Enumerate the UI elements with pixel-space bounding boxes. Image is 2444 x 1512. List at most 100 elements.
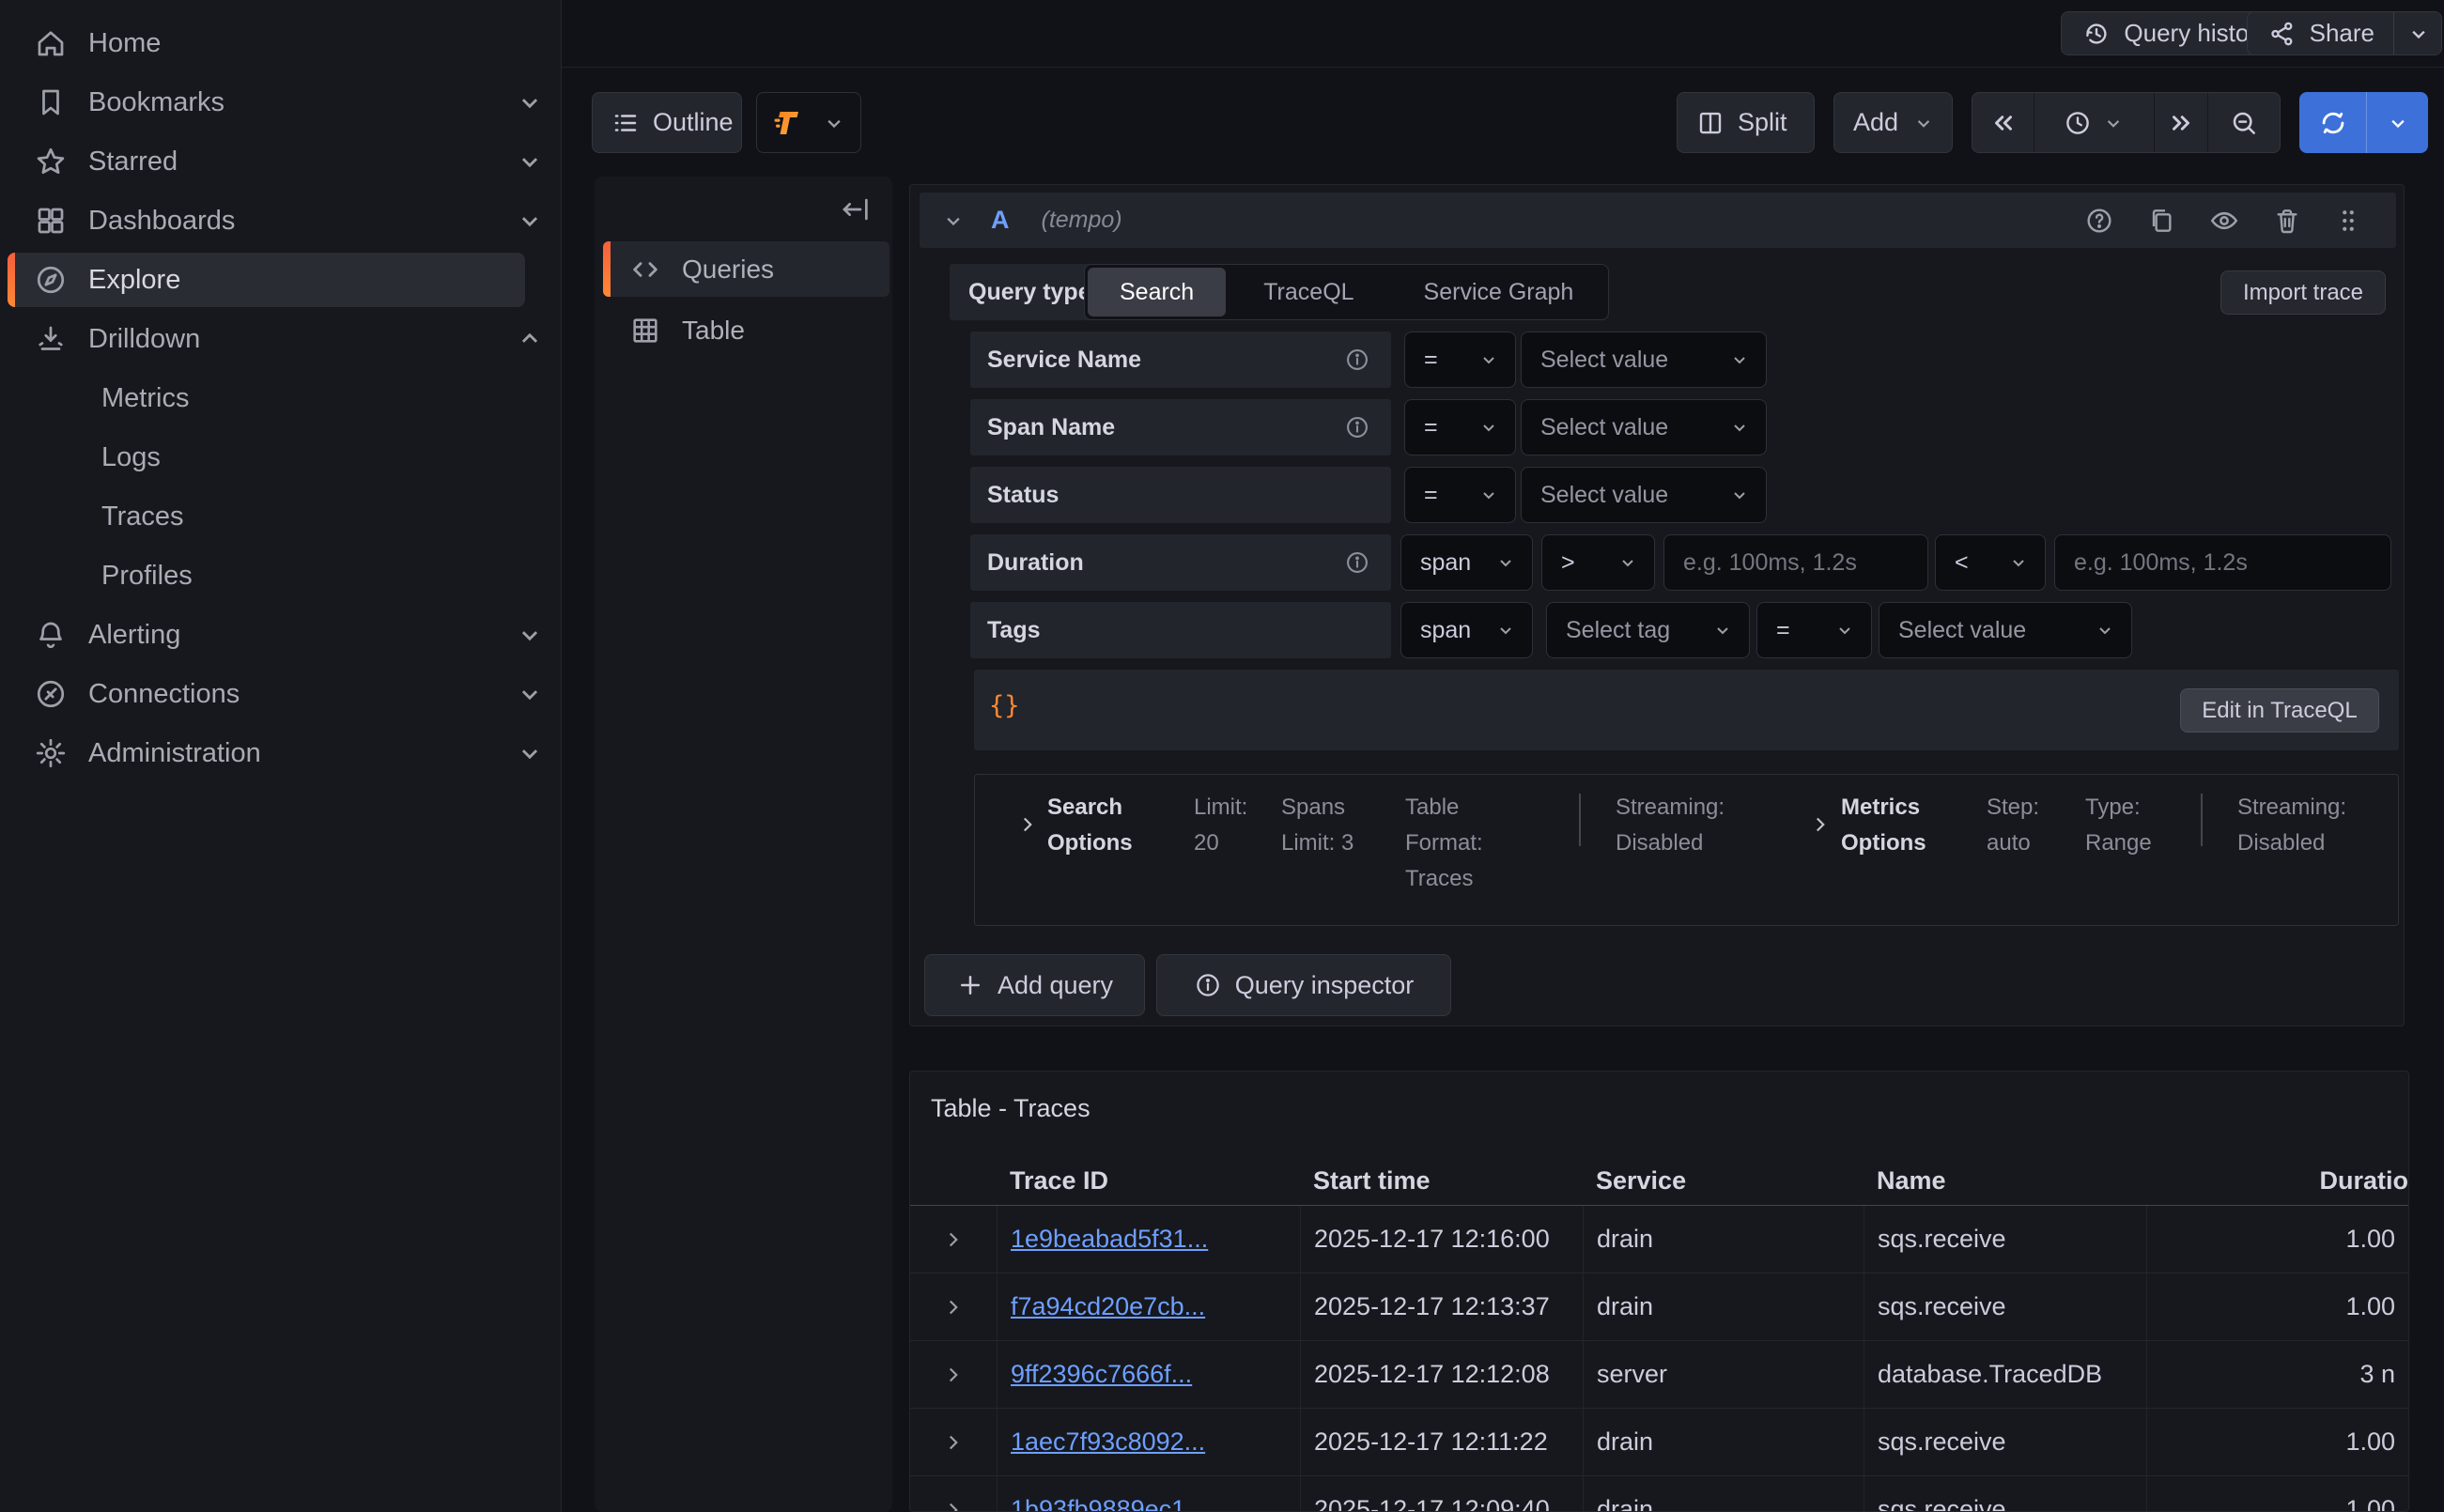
column-header-service[interactable]: Service <box>1583 1166 1864 1196</box>
outline-toggle-button[interactable]: Outline <box>592 92 742 153</box>
service-name-value-select[interactable]: Select value <box>1521 332 1767 388</box>
datasource-picker[interactable] <box>756 92 861 153</box>
drilldown-icon <box>34 322 71 356</box>
service-name-label: Service Name <box>970 332 1391 388</box>
duration-min-input[interactable]: e.g. 100ms, 1.2s <box>1663 534 1928 591</box>
sidebar-item-metrics[interactable]: Metrics <box>8 371 525 425</box>
outline-item-queries[interactable]: Queries <box>603 241 889 297</box>
cell-start-time: 2025-12-17 12:12:08 <box>1300 1341 1583 1408</box>
span-name-value-select[interactable]: Select value <box>1521 399 1767 455</box>
time-shift-back-button[interactable] <box>1972 93 2034 152</box>
duration-scope-select[interactable]: span <box>1400 534 1533 591</box>
duration-min-operator-select[interactable]: > <box>1541 534 1655 591</box>
column-header-name[interactable]: Name <box>1864 1166 2146 1196</box>
chevron-down-icon[interactable] <box>514 205 546 237</box>
page-header: Query history Share <box>562 0 2444 68</box>
hide-response-eye-icon[interactable] <box>2208 205 2240 237</box>
trace-id-link[interactable]: 1e9beabad5f31... <box>1011 1225 1208 1254</box>
split-button[interactable]: Split <box>1677 92 1815 153</box>
dashboards-grid-icon <box>34 204 71 238</box>
outline-item-table[interactable]: Table <box>603 302 889 358</box>
row-expander-icon[interactable] <box>910 1206 997 1273</box>
duplicate-query-icon[interactable] <box>2146 206 2176 236</box>
row-expander-icon[interactable] <box>910 1409 997 1475</box>
refresh-interval-chevron-icon[interactable] <box>2367 92 2428 153</box>
sidebar-item-alerting[interactable]: Alerting <box>8 608 525 662</box>
edit-in-traceql-button[interactable]: Edit in TraceQL <box>2180 688 2379 733</box>
chevron-down-icon[interactable] <box>514 737 546 769</box>
sidebar-item-dashboards[interactable]: Dashboards <box>8 193 525 248</box>
collapse-query-chevron-icon[interactable] <box>940 208 967 234</box>
add-dropdown-button[interactable]: Add <box>1833 92 1953 153</box>
chevron-up-icon[interactable] <box>514 323 546 355</box>
add-label: Add <box>1853 108 1898 137</box>
option-streaming: Streaming: Disabled <box>1616 790 1736 861</box>
sidebar-item-administration[interactable]: Administration <box>8 726 525 780</box>
query-type-service-graph[interactable]: Service Graph <box>1392 268 1606 316</box>
sidebar-item-explore[interactable]: Explore <box>8 253 525 307</box>
chevron-down-icon <box>1728 348 1751 371</box>
time-shift-forward-button[interactable] <box>2155 93 2208 152</box>
duration-max-input[interactable]: e.g. 100ms, 1.2s <box>2054 534 2391 591</box>
query-inspector-button[interactable]: Query inspector <box>1156 954 1451 1016</box>
column-header-trace-id[interactable]: Trace ID <box>997 1166 1300 1196</box>
tags-tag-select[interactable]: Select tag <box>1546 602 1750 658</box>
collapse-outline-icon[interactable] <box>840 193 872 225</box>
status-value-select[interactable]: Select value <box>1521 467 1767 523</box>
chevron-down-icon[interactable] <box>514 146 546 177</box>
cell-duration: 3 n <box>2146 1341 2408 1408</box>
metrics-options-chevron-icon[interactable] <box>1808 812 1833 837</box>
sidebar-item-home[interactable]: Home <box>8 16 525 70</box>
search-options-title[interactable]: Search Options <box>1047 790 1143 861</box>
row-expander-icon[interactable] <box>910 1273 997 1340</box>
column-header-start-time[interactable]: Start time <box>1300 1166 1583 1196</box>
trace-id-link[interactable]: 1b93fb9889ec1... <box>1011 1495 1207 1512</box>
trace-id-link[interactable]: f7a94cd20e7cb... <box>1011 1292 1205 1321</box>
row-expander-icon[interactable] <box>910 1476 997 1512</box>
drag-handle-icon[interactable] <box>2334 207 2362 235</box>
zoom-out-button[interactable] <box>2208 93 2280 152</box>
search-options-chevron-icon[interactable] <box>1015 812 1040 837</box>
query-type-search[interactable]: Search <box>1088 268 1226 316</box>
outline-label: Outline <box>653 108 734 137</box>
trace-id-link[interactable]: 1aec7f93c8092... <box>1011 1427 1205 1457</box>
time-picker-button[interactable] <box>2034 93 2155 152</box>
remove-query-trash-icon[interactable] <box>2272 206 2302 236</box>
column-header-duration[interactable]: Duratio <box>2146 1166 2408 1196</box>
tags-scope-select[interactable]: span <box>1400 602 1533 658</box>
help-circle-icon[interactable] <box>2084 206 2114 236</box>
trace-id-link[interactable]: 9ff2396c7666f... <box>1011 1360 1192 1389</box>
sidebar-item-bookmarks[interactable]: Bookmarks <box>8 75 525 130</box>
refresh-icon[interactable] <box>2299 92 2366 153</box>
service-name-operator-select[interactable]: = <box>1404 332 1516 388</box>
metrics-options-title[interactable]: Metrics Options <box>1841 790 1939 861</box>
query-row-header[interactable]: A (tempo) <box>920 193 2396 248</box>
chevron-down-icon[interactable] <box>514 678 546 710</box>
add-query-button[interactable]: Add query <box>924 954 1145 1016</box>
traces-table-panel: Table - Traces Trace ID Start time Servi… <box>909 1071 2409 1512</box>
sidebar-item-traces[interactable]: Traces <box>8 489 525 544</box>
share-menu-chevron-icon[interactable] <box>2393 12 2432 54</box>
option-streaming-metrics: Streaming: Disabled <box>2237 790 2358 861</box>
tags-operator-select[interactable]: = <box>1756 602 1872 658</box>
duration-max-operator-select[interactable]: < <box>1935 534 2046 591</box>
sidebar-item-connections[interactable]: Connections <box>8 667 525 721</box>
sidebar-item-logs[interactable]: Logs <box>8 430 525 485</box>
share-button[interactable]: Share <box>2247 11 2442 55</box>
info-circle-icon <box>1344 347 1370 373</box>
query-type-traceql[interactable]: TraceQL <box>1231 268 1385 316</box>
span-name-operator-select[interactable]: = <box>1404 399 1516 455</box>
chevron-down-icon[interactable] <box>514 86 546 118</box>
options-divider <box>1579 794 1581 846</box>
chevron-down-icon[interactable] <box>514 619 546 651</box>
chevron-down-icon <box>821 110 847 136</box>
import-trace-button[interactable]: Import trace <box>2220 270 2386 315</box>
sidebar-item-drilldown[interactable]: Drilldown <box>8 312 525 366</box>
row-expander-icon[interactable] <box>910 1341 997 1408</box>
status-operator-select[interactable]: = <box>1404 467 1516 523</box>
cell-duration: 1.00 <box>2146 1409 2408 1475</box>
table-row: 1e9beabad5f31... 2025-12-17 12:16:00 dra… <box>910 1206 2408 1273</box>
sidebar-item-profiles[interactable]: Profiles <box>8 548 525 603</box>
sidebar-item-starred[interactable]: Starred <box>8 134 525 189</box>
tags-value-select[interactable]: Select value <box>1879 602 2132 658</box>
